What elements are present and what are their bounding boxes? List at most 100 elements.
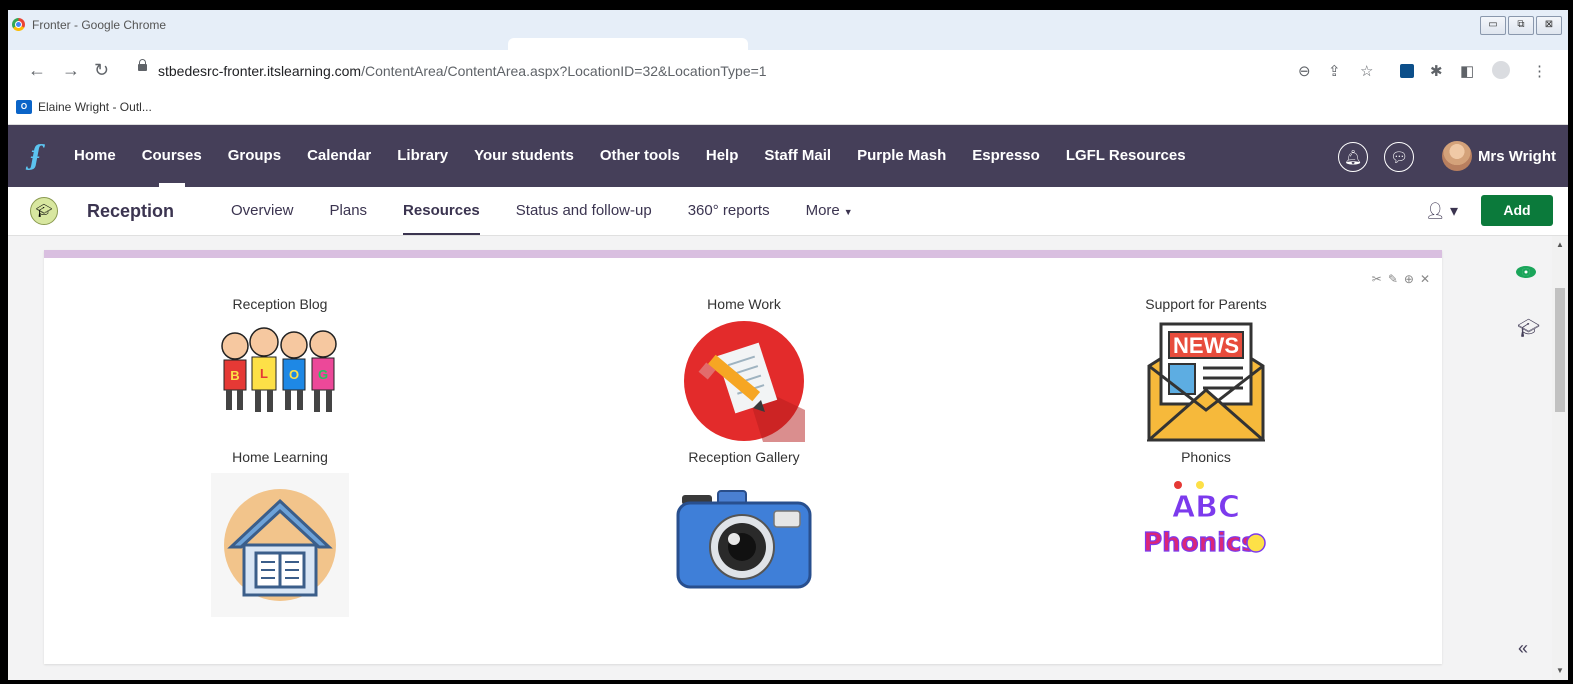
phonics-logo-top: ABC	[1172, 490, 1240, 525]
tile-title: Phonics	[1181, 449, 1231, 465]
bookmark-star-icon[interactable]: ☆	[1360, 62, 1373, 80]
minimize-button[interactable]: ▭	[1480, 16, 1506, 35]
view-eye-icon[interactable]	[1516, 266, 1536, 278]
nav-courses[interactable]: Courses	[142, 125, 202, 187]
puzzle-extensions-icon[interactable]: ✱	[1430, 62, 1443, 80]
browser-window: Fronter - Google Chrome ▭ ⧉ ⊠ ← → ↻ stbe…	[8, 10, 1568, 680]
cut-icon[interactable]: ✂	[1372, 272, 1382, 286]
messages-icon[interactable]: 💬︎	[1384, 142, 1414, 172]
zoom-icon[interactable]: ⊖	[1298, 62, 1311, 80]
address-bar[interactable]: stbedesrc-fronter.itslearning.com/Conten…	[128, 56, 1388, 86]
back-arrow-icon[interactable]: ←	[28, 60, 46, 81]
delete-icon[interactable]: ✕	[1420, 272, 1430, 286]
tile-title: Home Learning	[232, 449, 328, 465]
phonics-logo-bottom: Phonics	[1144, 528, 1257, 558]
abc-phonics-icon[interactable]: ABC Phonics	[1143, 479, 1268, 559]
tile-phonics[interactable]: Phonics ABC Phonics	[1106, 449, 1306, 559]
tab-more[interactable]: More ▼	[806, 187, 853, 235]
user-menu[interactable]: Mrs Wright	[1441, 141, 1556, 171]
tile-reception-blog[interactable]: Reception Blog B L O G	[180, 296, 380, 420]
user-name: Mrs Wright	[1477, 147, 1556, 165]
caret-down-icon: ▼	[843, 207, 853, 217]
share-icon[interactable]: ⇪	[1328, 62, 1341, 80]
nav-calendar[interactable]: Calendar	[307, 125, 371, 187]
right-rail: 🎓︎ «	[1502, 236, 1552, 680]
add-button[interactable]: Add	[1481, 195, 1553, 226]
extension-icon[interactable]	[1400, 64, 1414, 78]
lock-icon[interactable]	[138, 59, 147, 71]
profile-icon[interactable]	[1492, 61, 1510, 79]
nav-groups[interactable]: Groups	[228, 125, 281, 187]
chrome-logo-icon	[12, 18, 25, 31]
nav-your-students[interactable]: Your students	[474, 125, 574, 187]
collapse-double-chevron-icon[interactable]: «	[1518, 638, 1528, 659]
scroll-thumb[interactable]	[1555, 288, 1565, 412]
tab-more-label: More	[805, 202, 840, 219]
nav-lgfl-resources[interactable]: LGFL Resources	[1066, 125, 1186, 187]
url-host: stbedesrc-fronter.itslearning.com	[158, 63, 362, 79]
blog-kids-icon[interactable]: B L O G	[217, 320, 343, 420]
tab-360-reports[interactable]: 360° reports	[688, 187, 770, 235]
tile-title: Reception Gallery	[688, 449, 800, 465]
tab-status-follow-up[interactable]: Status and follow-up	[516, 187, 652, 235]
blog-letter-g: G	[318, 367, 328, 382]
tile-home-work[interactable]: Home Work	[644, 296, 844, 442]
tile-title: Home Work	[707, 296, 781, 312]
restore-button[interactable]: ⧉	[1508, 16, 1534, 35]
main-navigation: ʄ Home Courses Groups Calendar Library Y…	[8, 125, 1568, 187]
bookmark-label: Elaine Wright - Outl...	[38, 100, 152, 114]
content-area: ✂ ✎ ⊕ ✕ Reception Blog B L O G Home Work…	[8, 236, 1568, 680]
teacher-icon[interactable]: 🎓︎	[1517, 318, 1540, 339]
browser-toolbar: ← → ↻ stbedesrc-fronter.itslearning.com/…	[8, 50, 1568, 92]
close-window-button[interactable]: ⊠	[1536, 16, 1562, 35]
notifications-bell-icon[interactable]: 🔔︎	[1338, 142, 1368, 172]
tab-plans[interactable]: Plans	[330, 187, 368, 235]
blog-letter-o: O	[289, 367, 299, 382]
news-envelope-icon[interactable]: NEWS	[1145, 320, 1267, 442]
course-graduation-icon: 🎓︎	[30, 197, 58, 225]
blog-letter-l: L	[260, 366, 268, 381]
nav-espresso[interactable]: Espresso	[972, 125, 1040, 187]
edit-pencil-icon[interactable]: ✎	[1388, 272, 1398, 286]
course-navigation: 🎓︎ Reception Overview Plans Resources St…	[8, 187, 1568, 236]
tile-home-learning[interactable]: Home Learning	[180, 449, 380, 617]
copy-icon[interactable]: ⊕	[1404, 272, 1414, 286]
nav-library[interactable]: Library	[397, 125, 448, 187]
scroll-up-icon[interactable]: ▲	[1556, 240, 1564, 249]
homework-paper-pencil-icon[interactable]	[683, 320, 805, 442]
browser-tab[interactable]	[508, 38, 748, 50]
camera-icon[interactable]	[676, 487, 812, 593]
url-path: /ContentArea/ContentArea.aspx?LocationID…	[361, 63, 767, 79]
outlook-icon: O	[16, 100, 32, 114]
bookmarks-bar: O Elaine Wright - Outl...	[8, 92, 1568, 125]
reload-icon[interactable]: ↻	[94, 60, 109, 81]
resources-card: ✂ ✎ ⊕ ✕ Reception Blog B L O G Home Work…	[44, 250, 1442, 664]
title-bar: Fronter - Google Chrome ▭ ⧉ ⊠	[8, 10, 1568, 50]
tile-title: Support for Parents	[1145, 296, 1267, 312]
itslearning-logo-icon[interactable]: ʄ	[30, 141, 41, 171]
scrollbar[interactable]: ▲ ▼	[1552, 236, 1568, 680]
tile-title: Reception Blog	[232, 296, 328, 312]
nav-home[interactable]: Home	[74, 125, 116, 187]
avatar	[1441, 141, 1472, 171]
tab-overview[interactable]: Overview	[231, 187, 294, 235]
side-panel-icon[interactable]: ◧	[1460, 62, 1474, 80]
tab-resources[interactable]: Resources	[403, 187, 480, 235]
course-title[interactable]: Reception	[87, 201, 174, 222]
menu-dots-icon[interactable]: ⋮	[1532, 62, 1547, 80]
scroll-down-icon[interactable]: ▼	[1556, 666, 1564, 675]
nav-other-tools[interactable]: Other tools	[600, 125, 680, 187]
news-badge: NEWS	[1173, 333, 1239, 358]
nav-help[interactable]: Help	[706, 125, 739, 187]
person-dropdown-icon[interactable]: 👤︎ ▾	[1425, 201, 1458, 221]
card-header-band	[44, 250, 1442, 258]
blog-letter-b: B	[230, 368, 239, 383]
nav-purple-mash[interactable]: Purple Mash	[857, 125, 946, 187]
house-book-icon[interactable]	[211, 473, 349, 617]
forward-arrow-icon[interactable]: →	[62, 60, 80, 81]
tile-support-for-parents[interactable]: Support for Parents NEWS	[1106, 296, 1306, 442]
window-title: Fronter - Google Chrome	[32, 18, 167, 32]
bookmark-outlook[interactable]: O Elaine Wright - Outl...	[16, 100, 152, 114]
tile-reception-gallery[interactable]: Reception Gallery	[644, 449, 844, 593]
nav-staff-mail[interactable]: Staff Mail	[764, 125, 831, 187]
